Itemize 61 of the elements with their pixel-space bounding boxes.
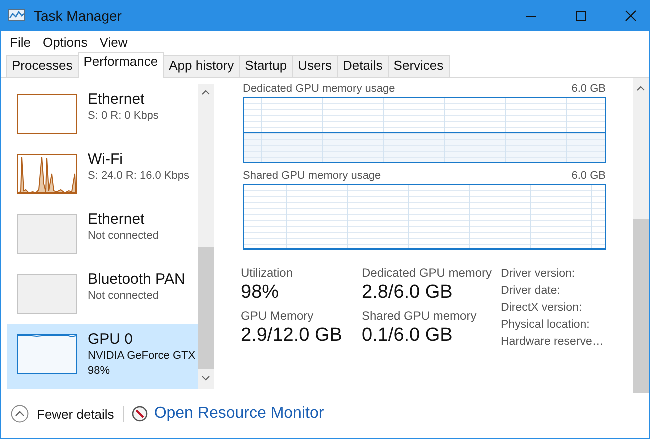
tab[interactable]: App history	[163, 55, 240, 77]
device-detail: S: 24.0 R: 16.0 Kbps	[88, 169, 190, 184]
graph-thumbnail	[17, 334, 77, 374]
scroll-up-icon[interactable]	[637, 86, 645, 91]
sidebar-item[interactable]: Bluetooth PAN Not connected	[7, 264, 198, 324]
graph-thumbnail	[17, 154, 77, 194]
graph-max: 6.0 GB	[572, 170, 606, 182]
device-name: Bluetooth PAN	[88, 271, 186, 289]
device-detail: 98%	[88, 364, 112, 379]
menu-item[interactable]: Options	[36, 34, 94, 50]
sidebar-item[interactable]: Ethernet Not connected	[7, 204, 198, 264]
resource-monitor-link[interactable]: Open Resource Monitor	[154, 405, 324, 423]
close-icon[interactable]	[625, 10, 637, 22]
property-label: Driver date:	[501, 284, 562, 298]
scrollbar-thumb[interactable]	[633, 219, 649, 393]
stat-label: Dedicated GPU memory	[362, 266, 494, 281]
device-detail: NVIDIA GeForce GTX	[88, 349, 196, 364]
maximize-icon[interactable]	[575, 10, 587, 22]
property-label: DirectX version:	[501, 301, 584, 315]
device-detail: Not connected	[88, 229, 159, 244]
menu-item[interactable]: File	[4, 34, 37, 50]
property-label: Driver version:	[501, 267, 576, 281]
device-name: Ethernet	[88, 91, 146, 109]
graph-max: 6.0 GB	[572, 83, 606, 95]
app-icon	[8, 8, 26, 22]
device-detail: S: 0 R: 0 Kbps	[88, 109, 159, 124]
stat-value: 98%	[241, 281, 280, 305]
stat-label: Utilization	[241, 266, 294, 281]
device-detail: Not connected	[88, 289, 160, 304]
device-name: Ethernet	[88, 211, 146, 229]
scrollbar-thumb[interactable]	[198, 247, 214, 369]
tab[interactable]: Details	[337, 55, 389, 77]
stat-value: 0.1/6.0 GB	[362, 324, 454, 348]
resource-monitor-icon	[132, 406, 148, 422]
tab[interactable]: Startup	[239, 55, 294, 77]
window-title: Task Manager	[34, 8, 123, 24]
menu-item[interactable]: View	[94, 34, 134, 50]
fewer-details-button[interactable]: Fewer details	[11, 405, 114, 423]
tab[interactable]: Users	[292, 55, 338, 77]
property-label: Hardware reserve…	[501, 335, 604, 349]
graph-label: Dedicated GPU memory usage	[243, 83, 396, 95]
device-name: Wi-Fi	[88, 151, 124, 169]
stat-label: Shared GPU memory	[362, 309, 478, 324]
property-label: Physical location:	[501, 318, 591, 332]
stat-value: 2.9/12.0 GB	[241, 324, 344, 348]
scroll-down-icon[interactable]	[202, 376, 210, 381]
chevron-up-icon	[11, 405, 29, 423]
graph-thumbnail	[17, 274, 77, 314]
sidebar-item[interactable]: Wi-Fi S: 24.0 R: 16.0 Kbps	[7, 144, 198, 204]
device-name: GPU 0	[88, 331, 134, 349]
scroll-up-icon[interactable]	[202, 90, 210, 95]
stat-value: 2.8/6.0 GB	[362, 281, 454, 305]
tab[interactable]: Processes	[6, 55, 79, 77]
tab[interactable]: Services	[388, 55, 450, 77]
graph-thumbnail	[17, 214, 77, 254]
stat-label: GPU Memory	[241, 309, 315, 324]
graph-label: Shared GPU memory usage	[243, 170, 382, 182]
sidebar-item[interactable]: Ethernet S: 0 R: 0 Kbps	[7, 84, 198, 144]
tab[interactable]: Performance	[78, 52, 164, 78]
sidebar-item[interactable]: GPU 0 NVIDIA GeForce GTX 98%	[7, 324, 198, 389]
graph-thumbnail	[17, 94, 77, 134]
